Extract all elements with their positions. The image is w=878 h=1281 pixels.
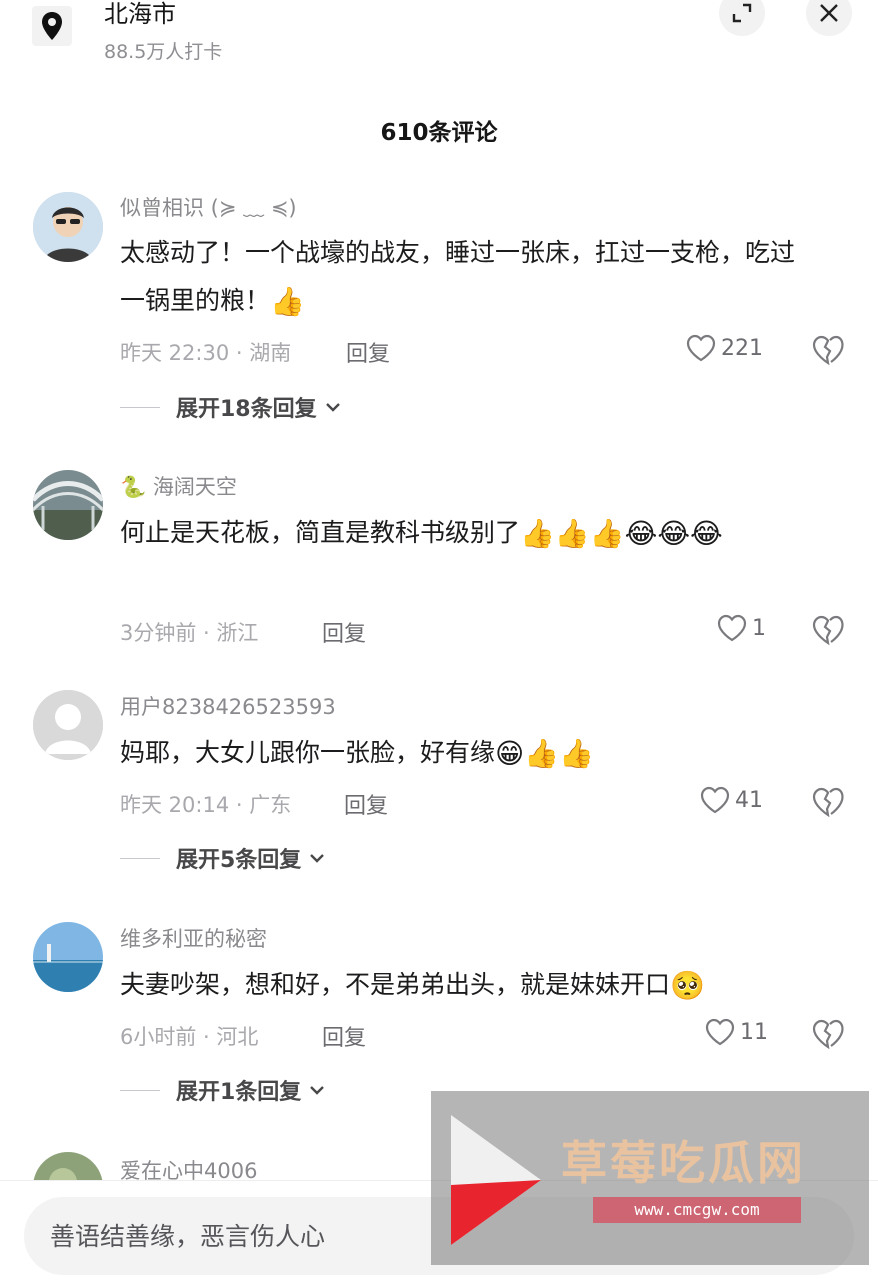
username-text: 海阔天空	[152, 475, 237, 499]
emoji: 👍👍👍😂😂😂	[520, 517, 723, 550]
avatar[interactable]	[33, 470, 103, 540]
username[interactable]: 似曾相识 (≽ ﹏ ≼)	[120, 192, 297, 222]
comment-meta: 昨天 20:14 · 广东	[120, 793, 292, 817]
comment-meta: 3分钟前 · 浙江	[120, 621, 259, 645]
chevron-down-icon	[310, 1086, 325, 1095]
heart-icon	[686, 334, 716, 362]
snake-emoji: 🐍	[120, 475, 147, 499]
like-button[interactable]: 1	[716, 613, 766, 643]
expand-replies-label: 展开1条回复	[176, 1080, 302, 1105]
expand-replies[interactable]: 展开5条回复	[120, 842, 327, 874]
divider	[120, 406, 160, 408]
like-button[interactable]: 41	[699, 785, 763, 815]
watermark-text: 草莓吃瓜网	[561, 1136, 806, 1190]
like-count: 1	[752, 615, 766, 641]
heart-icon	[705, 1018, 735, 1046]
avatar[interactable]	[33, 690, 103, 760]
reply-button[interactable]: 回复	[322, 616, 366, 648]
like-count: 41	[735, 787, 763, 813]
checkin-count: 88.5万人打卡	[104, 41, 223, 63]
chevron-down-icon	[310, 854, 325, 863]
reply-button[interactable]: 回复	[344, 788, 388, 820]
comment-text: 太感动了！一个战壕的战友，睡过一张床，扛过一支枪，吃过一锅里的粮！👍	[120, 238, 796, 318]
location-pin-icon[interactable]	[32, 6, 72, 46]
comment-meta: 6小时前 · 河北	[120, 1025, 259, 1049]
expand-replies-label: 展开18条回复	[176, 397, 317, 422]
top-bar: 北海市 88.5万人打卡	[0, 0, 878, 80]
like-button[interactable]: 11	[704, 1017, 768, 1047]
username[interactable]: 用户8238426523593	[120, 691, 336, 721]
comment-count-title: 610条评论	[380, 120, 498, 146]
emoji: 👍	[270, 285, 305, 318]
play-logo	[451, 1115, 541, 1245]
like-button[interactable]: 221	[685, 333, 763, 363]
reply-button[interactable]: 回复	[346, 336, 390, 368]
like-count: 11	[740, 1019, 768, 1045]
expand-replies-label: 展开5条回复	[176, 848, 302, 873]
location-name[interactable]: 北海市	[104, 0, 176, 29]
close-icon	[820, 4, 838, 22]
broken-heart-icon[interactable]	[811, 786, 845, 818]
close-button[interactable]	[806, 0, 852, 36]
comment-text: 何止是天花板，简直是教科书级别了👍👍👍😂😂😂	[120, 517, 723, 550]
emoji: 🥺	[670, 969, 705, 1002]
comment-meta: 昨天 22:30 · 湖南	[120, 341, 292, 365]
emoji: 😁👍👍	[495, 737, 594, 770]
reply-button[interactable]: 回复	[322, 1020, 366, 1052]
comment-text: 夫妻吵架，想和好，不是弟弟出头，就是妹妹开口🥺	[120, 969, 705, 1002]
expand-replies[interactable]: 展开1条回复	[120, 1074, 327, 1106]
chevron-down-icon	[325, 403, 340, 412]
watermark: 草莓吃瓜网 www.cmcgw.com	[431, 1091, 869, 1265]
heart-icon	[717, 614, 747, 642]
broken-heart-icon[interactable]	[811, 614, 845, 646]
expand-button[interactable]	[719, 0, 765, 36]
broken-heart-icon[interactable]	[811, 1018, 845, 1050]
comment-text: 妈耶，大女儿跟你一张脸，好有缘😁👍👍	[120, 737, 594, 770]
divider	[120, 857, 160, 859]
divider	[120, 1089, 160, 1091]
username[interactable]: 🐍 海阔天空	[120, 471, 237, 501]
avatar[interactable]	[33, 192, 103, 262]
heart-icon	[700, 786, 730, 814]
username[interactable]: 维多利亚的秘密	[120, 923, 267, 953]
avatar[interactable]	[33, 922, 103, 992]
expand-icon	[732, 3, 752, 23]
broken-heart-icon[interactable]	[811, 334, 845, 366]
like-count: 221	[721, 335, 763, 361]
watermark-url: www.cmcgw.com	[593, 1197, 801, 1223]
expand-replies[interactable]: 展开18条回复	[120, 391, 343, 423]
